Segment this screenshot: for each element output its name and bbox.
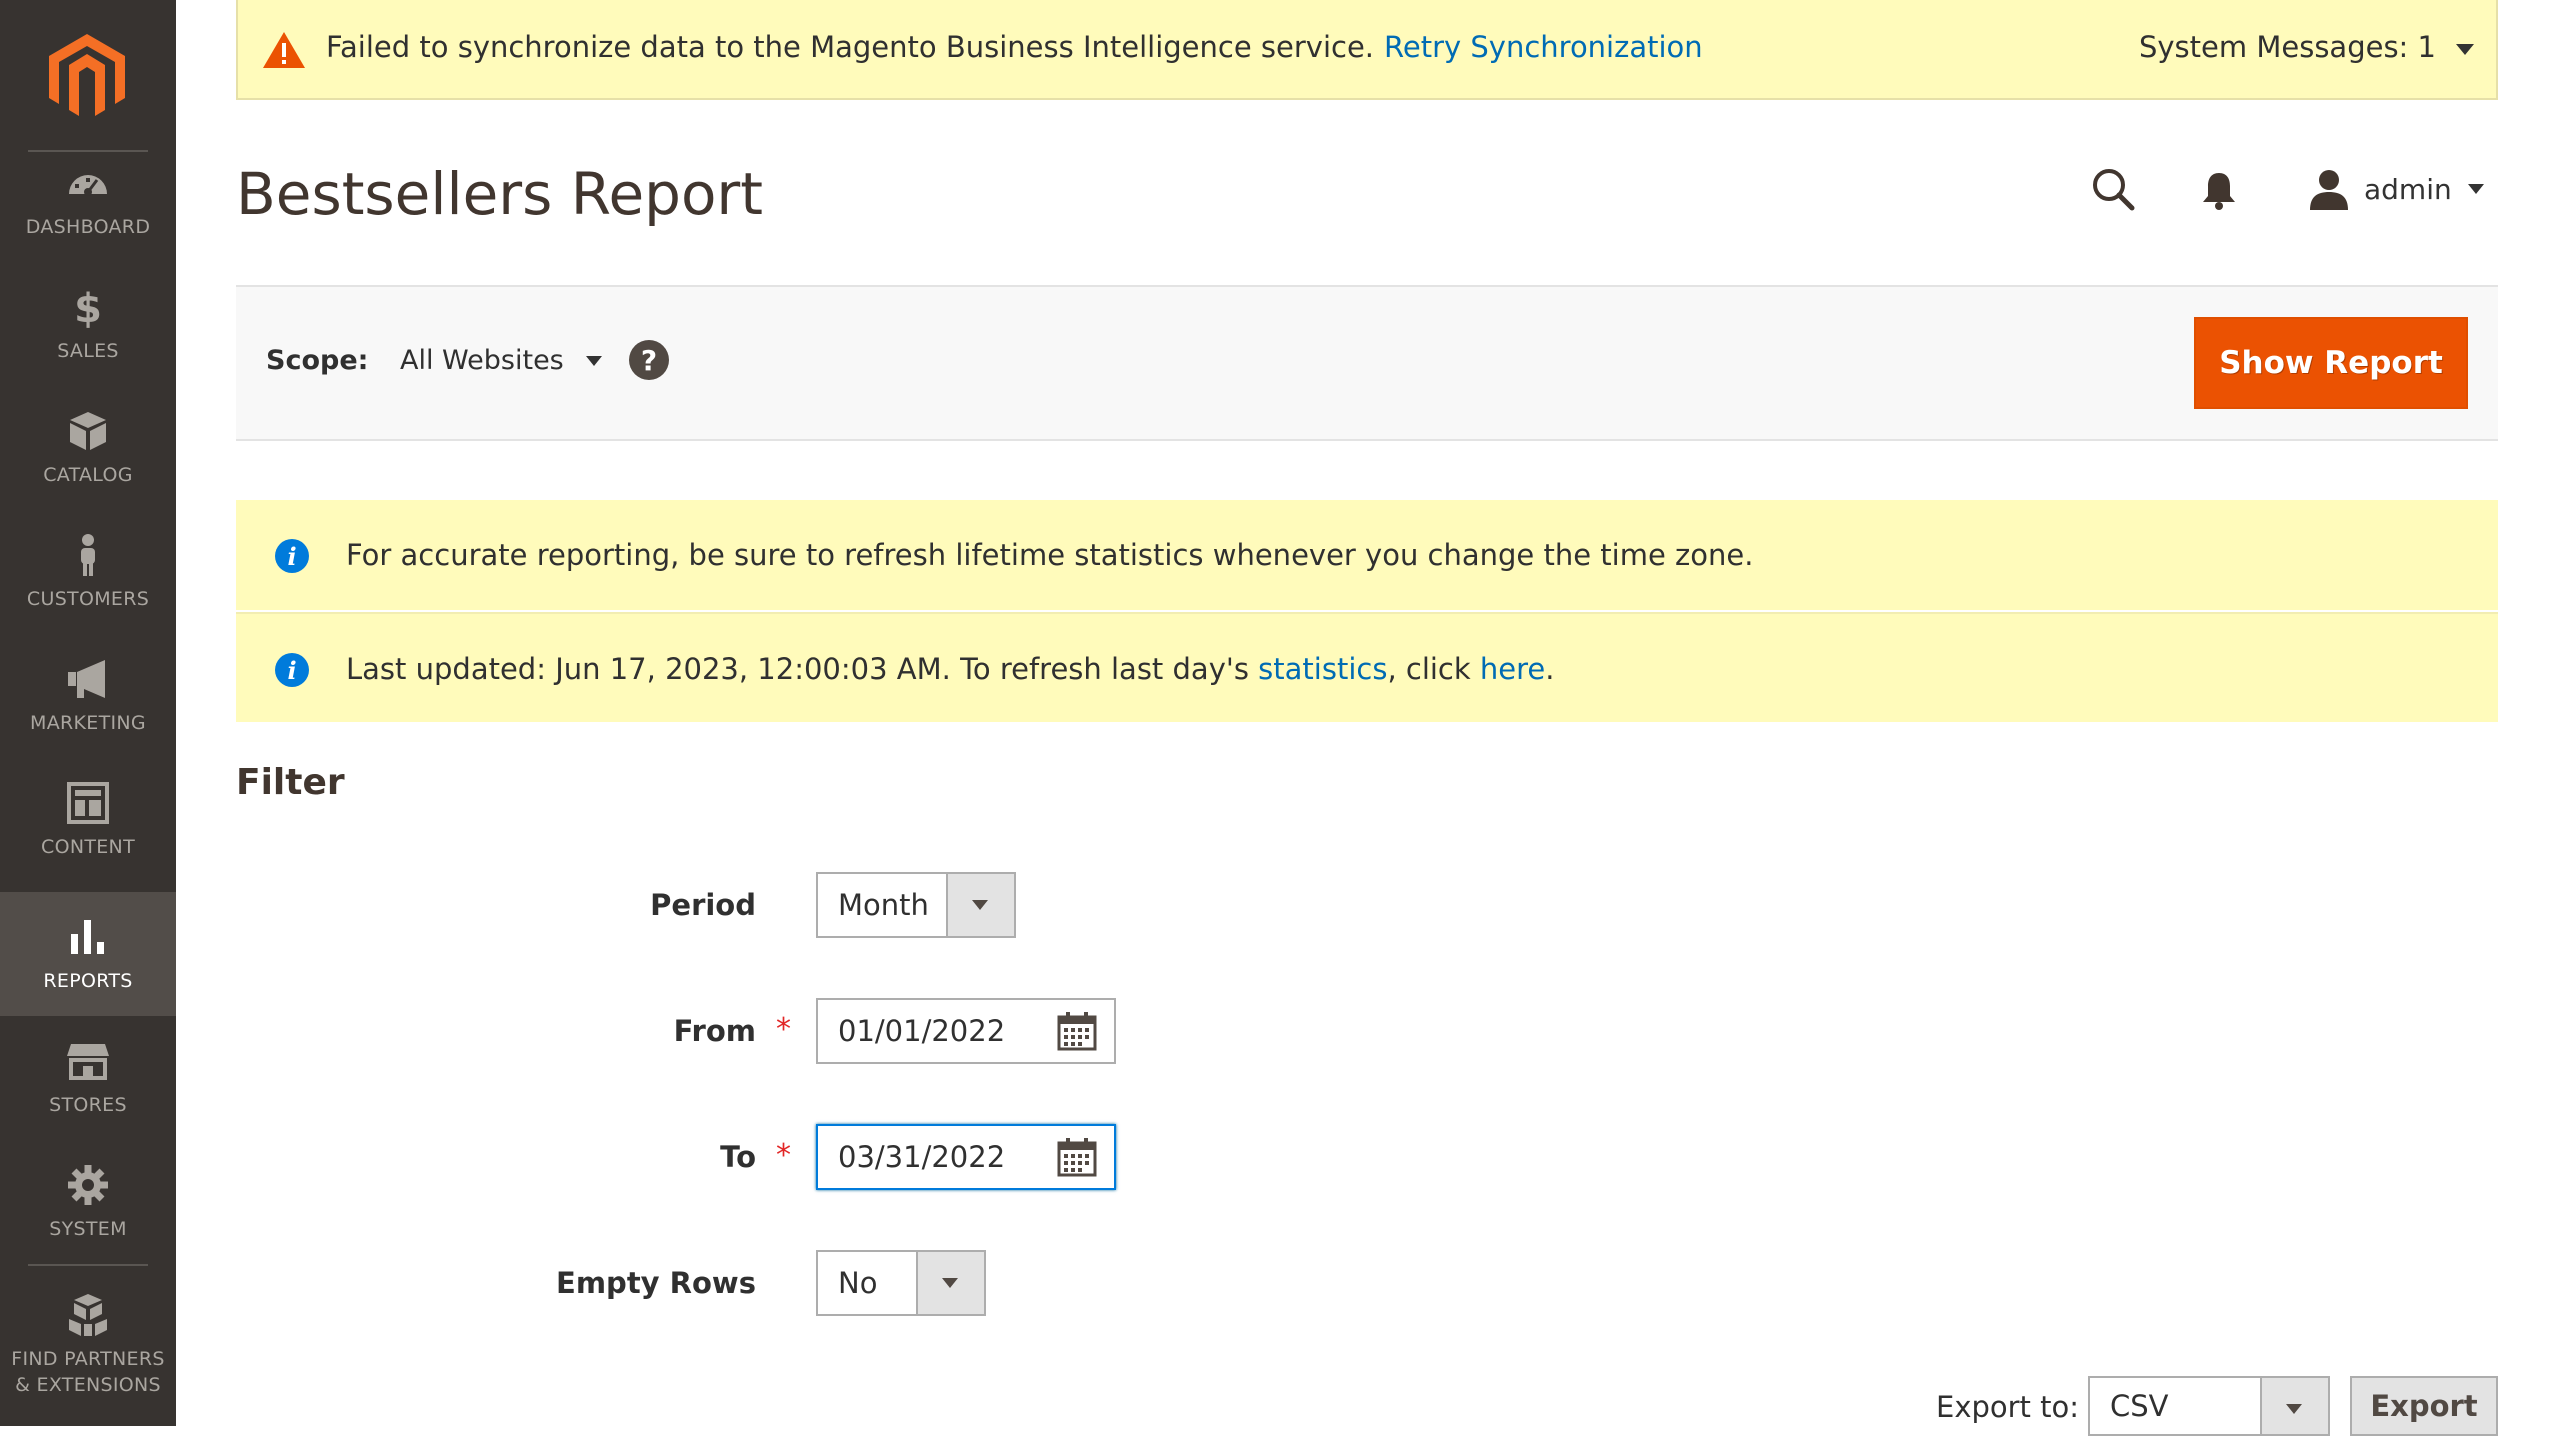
chevron-down-icon <box>585 355 602 366</box>
svg-text:i: i <box>287 656 296 685</box>
admin-sidebar: DASHBOARD $ SALES CATALOG CUSTOMERS MARK… <box>0 0 176 1426</box>
svg-text:i: i <box>287 542 296 571</box>
warning-icon <box>263 32 305 68</box>
timezone-notice: i For accurate reporting, be sure to ref… <box>236 500 2498 610</box>
last-updated-prefix: Last updated: Jun 17, 2023, 12:00:03 AM.… <box>346 652 1259 686</box>
sidebar-item-label: SALES <box>57 340 119 362</box>
sidebar-item-label: DASHBOARD <box>25 216 151 238</box>
svg-text:?: ? <box>641 344 657 377</box>
to-date-field <box>816 1124 1116 1190</box>
show-report-button[interactable]: Show Report <box>2194 317 2468 409</box>
sidebar-item-find-partners[interactable]: FIND PARTNERS & EXTENSIONS <box>0 1270 176 1420</box>
period-select[interactable]: Month <box>816 872 1016 938</box>
bell-icon[interactable] <box>2200 170 2238 210</box>
sidebar-item-marketing[interactable]: MARKETING <box>0 634 176 758</box>
from-label: From <box>673 1014 756 1048</box>
required-marker: * <box>776 1012 791 1047</box>
sidebar-item-stores[interactable]: STORES <box>0 1016 176 1140</box>
sidebar-item-customers[interactable]: CUSTOMERS <box>0 510 176 634</box>
sidebar-divider <box>28 1264 148 1266</box>
period-end: . <box>1545 652 1555 686</box>
statistics-link[interactable]: statistics <box>1258 652 1387 686</box>
sidebar-item-label: FIND PARTNERS & EXTENSIONS <box>11 1348 165 1396</box>
empty-rows-select[interactable]: No <box>816 1250 986 1316</box>
chevron-down-icon <box>2467 184 2484 194</box>
sidebar-item-label: MARKETING <box>30 712 146 734</box>
export-to-label: Export to: <box>1936 1390 2080 1424</box>
timezone-notice-text: For accurate reporting, be sure to refre… <box>346 538 1754 572</box>
export-button[interactable]: Export <box>2350 1376 2498 1436</box>
sidebar-item-label: CUSTOMERS <box>26 588 150 610</box>
empty-rows-label: Empty Rows <box>556 1266 756 1300</box>
info-icon: i <box>275 653 309 687</box>
help-icon[interactable]: ? <box>628 339 670 381</box>
period-label: Period <box>650 888 756 922</box>
scope-switcher[interactable]: All Websites <box>400 345 602 376</box>
empty-rows-select-value: No <box>838 1266 878 1300</box>
chevron-down-icon <box>946 874 1014 936</box>
chevron-down-icon[interactable] <box>2456 44 2474 55</box>
sidebar-item-label: CONTENT <box>41 836 135 858</box>
system-message-body: Failed to synchronize data to the Magent… <box>326 30 1375 64</box>
export-format-value: CSV <box>2110 1389 2169 1423</box>
to-label: To <box>720 1140 756 1174</box>
from-date-input[interactable] <box>818 1000 1058 1062</box>
sidebar-item-label: STORES <box>49 1094 127 1116</box>
bar-chart-icon <box>65 914 111 960</box>
system-message-text: Failed to synchronize data to the Magent… <box>326 30 1703 64</box>
export-format-select[interactable]: CSV <box>2088 1376 2330 1436</box>
magento-logo-icon[interactable] <box>46 32 128 120</box>
scope-label: Scope: <box>266 345 369 376</box>
last-updated-text: Last updated: Jun 17, 2023, 12:00:03 AM.… <box>346 652 1554 686</box>
scope-toolbar: Scope: All Websites ? Show Report <box>236 285 2498 441</box>
info-icon: i <box>275 539 309 573</box>
page-title: Bestsellers Report <box>236 160 764 228</box>
gear-icon <box>65 1162 111 1208</box>
sidebar-item-label: REPORTS <box>43 970 133 992</box>
admin-user-menu[interactable]: admin <box>2308 164 2484 214</box>
click-text: , click <box>1387 652 1480 686</box>
person-icon <box>65 532 111 578</box>
sidebar-item-sales[interactable]: $ SALES <box>0 262 176 386</box>
sidebar-item-system[interactable]: SYSTEM <box>0 1140 176 1264</box>
required-marker: * <box>776 1138 791 1173</box>
to-date-input[interactable] <box>818 1126 1058 1188</box>
search-icon[interactable] <box>2090 166 2136 212</box>
box-icon <box>65 408 111 454</box>
dollar-icon: $ <box>65 284 111 330</box>
user-icon <box>2310 170 2348 210</box>
sidebar-item-catalog[interactable]: CATALOG <box>0 386 176 510</box>
chevron-down-icon <box>916 1252 984 1314</box>
partners-boxes-icon <box>65 1292 111 1338</box>
calendar-icon[interactable] <box>1056 1136 1098 1178</box>
storefront-icon <box>65 1038 111 1084</box>
sidebar-item-label: CATALOG <box>43 464 133 486</box>
sidebar-item-label: SYSTEM <box>49 1218 127 1240</box>
admin-username: admin <box>2364 172 2452 206</box>
here-link[interactable]: here <box>1480 652 1545 686</box>
filter-title: Filter <box>236 762 345 803</box>
calendar-icon[interactable] <box>1056 1010 1098 1052</box>
system-messages-count[interactable]: System Messages: 1 <box>2139 30 2436 64</box>
layout-icon <box>65 780 111 826</box>
sidebar-item-reports[interactable]: REPORTS <box>0 892 176 1016</box>
period-select-value: Month <box>838 888 929 922</box>
last-updated-notice: i Last updated: Jun 17, 2023, 12:00:03 A… <box>236 612 2498 722</box>
sidebar-item-dashboard[interactable]: DASHBOARD <box>0 138 176 262</box>
from-date-field <box>816 998 1116 1064</box>
retry-synchronization-link[interactable]: Retry Synchronization <box>1384 30 1703 64</box>
sidebar-item-content[interactable]: CONTENT <box>0 758 176 882</box>
svg-text:$: $ <box>74 286 102 330</box>
dashboard-gauge-icon <box>65 160 111 206</box>
megaphone-icon <box>65 656 111 702</box>
scope-switcher-value: All Websites <box>400 345 564 376</box>
system-message-bar: Failed to synchronize data to the Magent… <box>236 0 2498 100</box>
